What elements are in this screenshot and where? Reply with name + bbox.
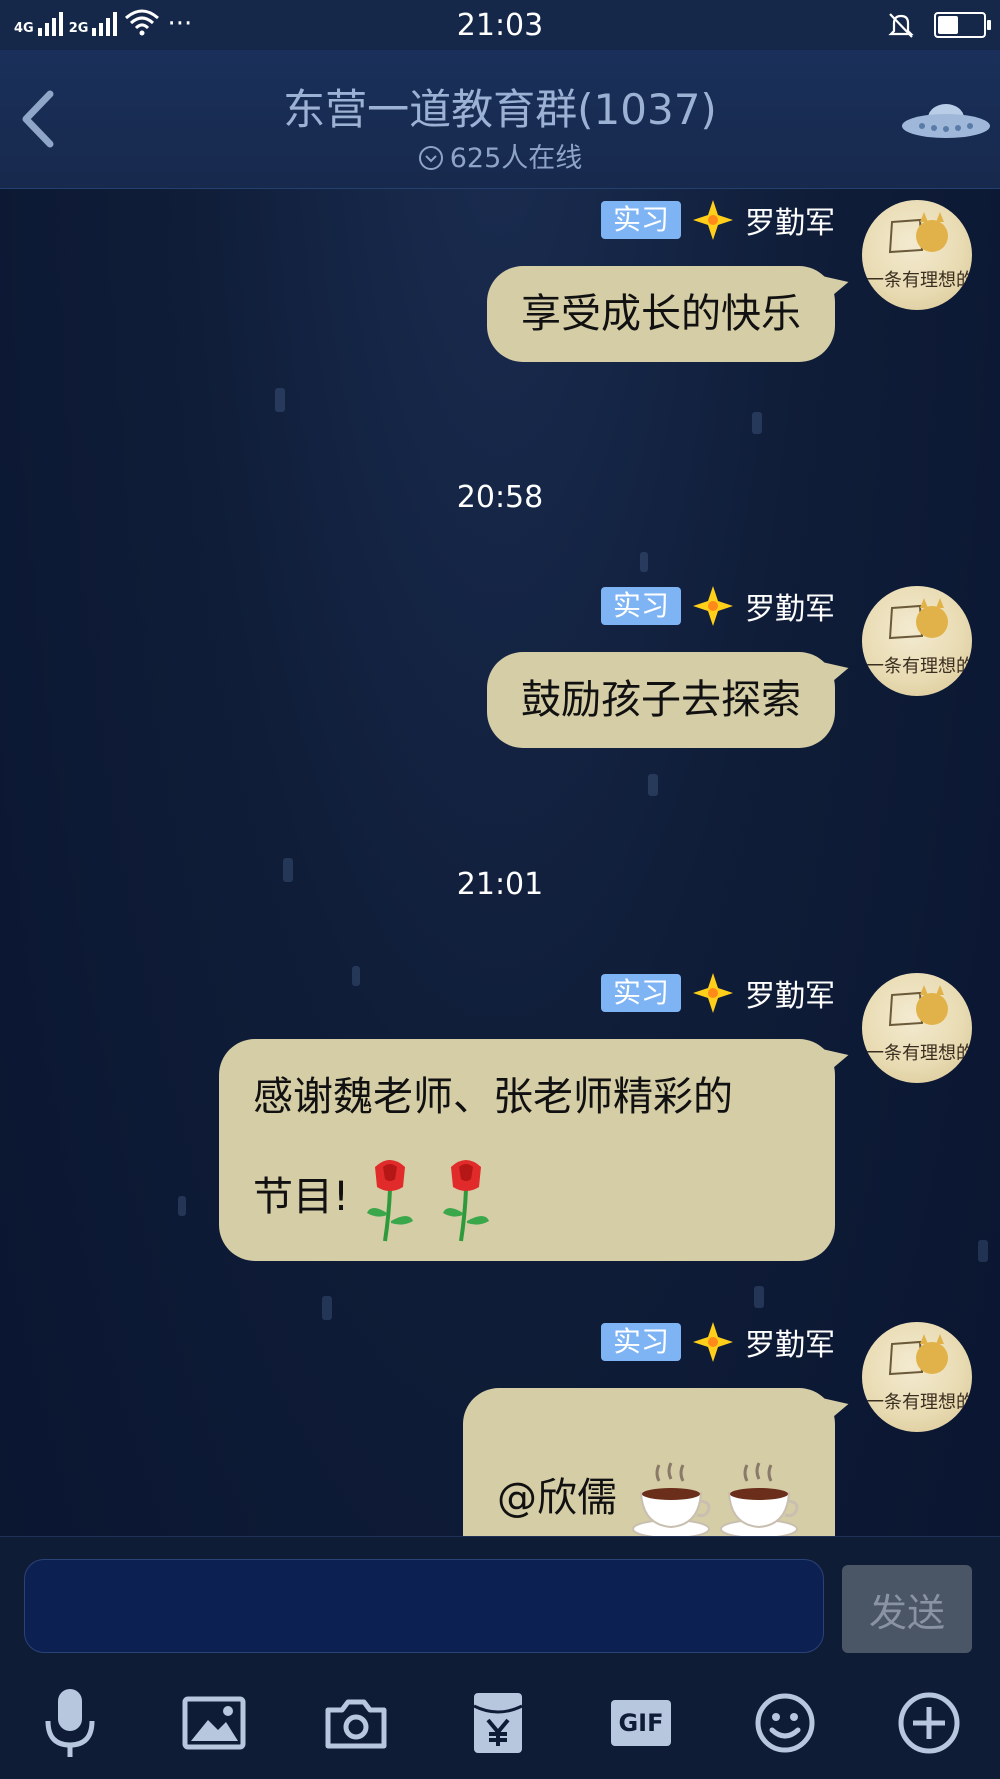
gif-icon: GIF	[611, 1700, 671, 1746]
svg-text:一条有理想的咸: 一条有理想的咸	[866, 270, 972, 291]
avatar[interactable]: 一条有理想的咸	[862, 973, 972, 1083]
image-button[interactable]	[174, 1683, 254, 1763]
online-count[interactable]: 625人在线	[0, 136, 1000, 175]
red-packet-button[interactable]	[458, 1683, 538, 1763]
sender-line: 实习 罗勤军	[600, 1320, 835, 1364]
message-text: 节目!	[253, 1174, 350, 1220]
online-count-label: 625人在线	[449, 143, 583, 174]
star-badge-icon	[693, 973, 733, 1013]
coffee-emoji-icon	[720, 1462, 799, 1536]
sender-name: 罗勤军	[745, 206, 835, 241]
message-bubble[interactable]: 感谢魏老师、张老师精彩的 节目!	[219, 1039, 835, 1261]
status-bar: 4G 2G ··· 21:03	[0, 0, 1000, 50]
ufo-icon[interactable]	[898, 92, 994, 148]
gif-label: GIF	[618, 1709, 664, 1737]
rose-emoji-icon	[443, 1160, 490, 1242]
avatar[interactable]: 一条有理想的咸	[862, 586, 972, 696]
more-button[interactable]	[889, 1683, 969, 1763]
emoji-button[interactable]	[745, 1683, 825, 1763]
message-list[interactable]: 实习 罗勤军 一条有理想的咸 享受成长的快乐 20:58 实习 罗勤军 一条有理…	[0, 188, 1000, 1536]
coffee-emoji-icon	[632, 1462, 711, 1536]
member-tag: 实习	[600, 1323, 681, 1361]
status-time: 21:03	[456, 8, 544, 43]
input-area: 发送 GIF	[0, 1536, 1000, 1779]
sender-line: 实习 罗勤军	[600, 584, 835, 628]
bell-muted-icon	[888, 13, 914, 38]
message-bubble[interactable]: 享受成长的快乐	[487, 266, 835, 362]
member-tag: 实习	[600, 974, 681, 1012]
plus-icon	[898, 1692, 960, 1754]
avatar[interactable]: 一条有理想的咸	[862, 200, 972, 310]
voice-button[interactable]	[30, 1683, 110, 1763]
message-bubble[interactable]: @欣儒	[463, 1388, 835, 1536]
svg-text:一条有理想的咸: 一条有理想的咸	[866, 1043, 972, 1064]
camera-button[interactable]	[316, 1683, 396, 1763]
timestamp: 21:01	[456, 867, 544, 902]
input-toolbar: GIF	[0, 1683, 1000, 1763]
sender-line: 实习 罗勤军	[600, 971, 835, 1015]
gif-button[interactable]: GIF	[601, 1683, 681, 1763]
star-badge-icon	[693, 586, 733, 626]
star-badge-icon	[693, 1322, 733, 1362]
send-button[interactable]: 发送	[842, 1565, 972, 1653]
sender-name: 罗勤军	[745, 979, 835, 1014]
message-text: 鼓励孩子去探索	[521, 677, 801, 723]
message-text: 享受成长的快乐	[521, 291, 801, 337]
avatar[interactable]: 一条有理想的咸	[862, 1322, 972, 1432]
microphone-icon	[45, 1689, 95, 1757]
image-icon	[182, 1696, 246, 1750]
member-tag: 实习	[600, 201, 681, 239]
star-badge-icon	[693, 200, 733, 240]
message-text: @欣儒	[497, 1475, 617, 1521]
status-right	[886, 10, 991, 40]
chevron-down-circle-icon	[418, 146, 443, 170]
group-title: 东营一道教育群(1037)	[283, 85, 717, 134]
chat-header: 东营一道教育群(1037) 625人在线	[0, 50, 1000, 189]
member-tag: 实习	[600, 587, 681, 625]
svg-text:一条有理想的咸: 一条有理想的咸	[866, 1392, 972, 1413]
rose-emoji-icon	[367, 1160, 414, 1242]
sender-name: 罗勤军	[745, 1328, 835, 1363]
timestamp: 20:58	[456, 480, 544, 515]
sender-name: 罗勤军	[745, 592, 835, 627]
message-text-line-2: 节目!	[253, 1147, 801, 1247]
red-packet-icon	[473, 1693, 523, 1753]
message-input[interactable]	[24, 1559, 824, 1653]
battery-icon	[934, 12, 991, 38]
message-text-line: 感谢魏老师、张老师精彩的	[253, 1074, 733, 1120]
camera-icon	[325, 1699, 387, 1749]
emoji-icon	[755, 1693, 815, 1753]
sender-line: 实习 罗勤军	[600, 198, 835, 242]
message-bubble[interactable]: 鼓励孩子去探索	[487, 652, 835, 748]
svg-text:一条有理想的咸: 一条有理想的咸	[866, 656, 972, 677]
